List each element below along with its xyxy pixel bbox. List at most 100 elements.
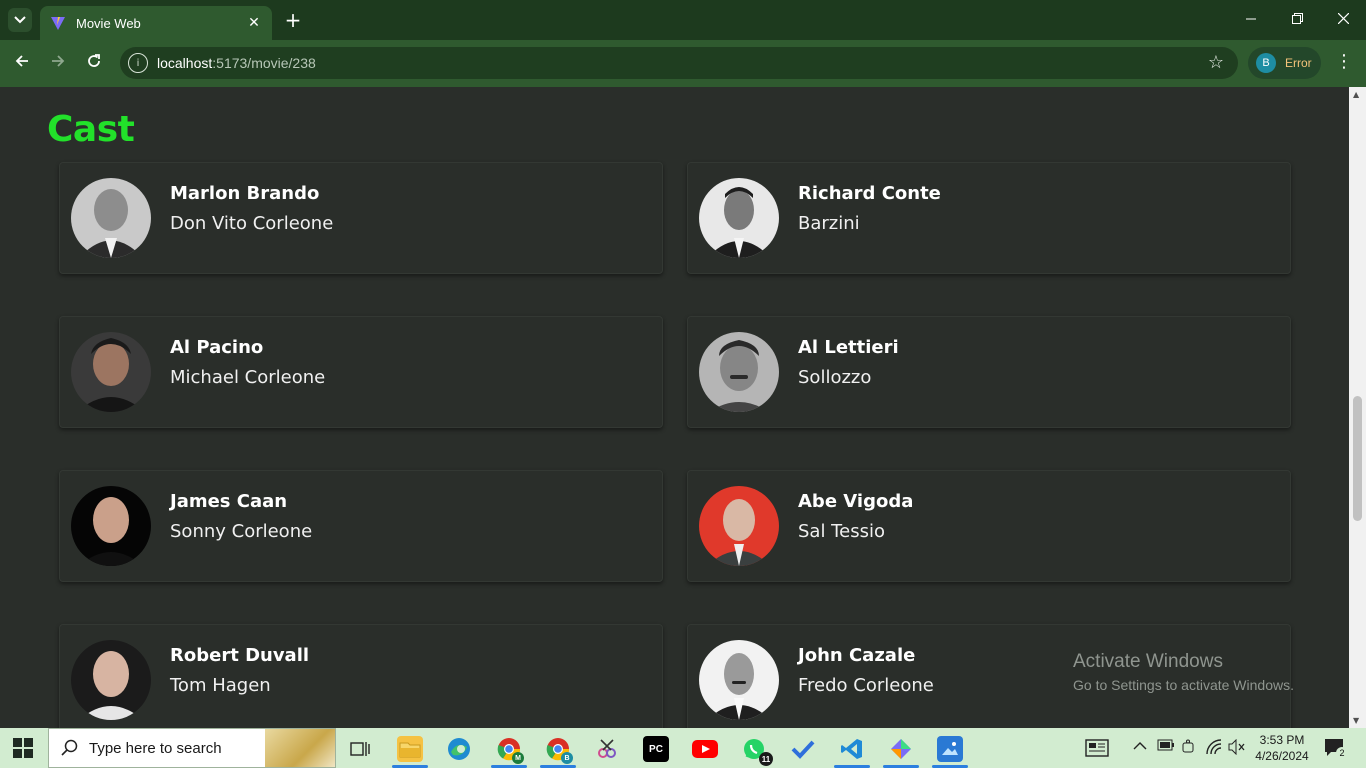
bookmark-star-icon[interactable]: ☆: [1208, 52, 1224, 73]
cast-card[interactable]: Marlon Brando Don Vito Corleone: [59, 162, 663, 274]
arrow-left-icon: [15, 55, 28, 67]
snipping-tool-icon[interactable]: [594, 736, 620, 762]
taskbar-search-box[interactable]: Type here to search: [48, 728, 336, 768]
cast-name: Abe Vigoda: [798, 491, 914, 512]
cast-character: Barzini: [798, 213, 860, 234]
whatsapp-icon[interactable]: 11: [741, 736, 773, 766]
cast-card[interactable]: Robert Duvall Tom Hagen: [59, 624, 663, 728]
cast-photo: [699, 640, 779, 720]
cast-character: Sollozzo: [798, 367, 872, 388]
notification-center-icon[interactable]: 2: [1324, 738, 1348, 759]
cast-character: Michael Corleone: [170, 367, 326, 388]
close-icon: [1337, 12, 1349, 25]
page-content: Cast Marlon Brando Don Vito Corleone Ric…: [0, 87, 1349, 728]
meet-now-icon[interactable]: [1181, 739, 1197, 759]
profile-button[interactable]: B Error: [1248, 47, 1321, 79]
cast-name: Richard Conte: [798, 183, 941, 204]
cast-card[interactable]: James Caan Sonny Corleone: [59, 470, 663, 582]
battery-icon[interactable]: [1157, 739, 1175, 755]
volume-muted-icon[interactable]: [1228, 738, 1246, 759]
reload-icon: [88, 54, 100, 67]
cast-character: Fredo Corleone: [798, 675, 934, 696]
scrollbar-thumb[interactable]: [1353, 396, 1362, 521]
cast-card[interactable]: Abe Vigoda Sal Tessio: [687, 470, 1291, 582]
vite-logo-icon: [51, 17, 65, 30]
minimize-button[interactable]: [1239, 8, 1263, 32]
activate-windows-watermark: Activate Windows Go to Settings to activ…: [1073, 651, 1294, 693]
reload-button[interactable]: [82, 52, 106, 76]
chrome-profile-b-icon[interactable]: B: [545, 736, 573, 764]
cast-photo: [71, 178, 151, 258]
cast-photo: [699, 486, 779, 566]
app-launcher-icon[interactable]: [888, 736, 914, 762]
cast-name: Marlon Brando: [170, 183, 320, 204]
pycharm-icon[interactable]: PC: [643, 736, 669, 762]
search-highlight-image: [265, 729, 335, 767]
cast-card[interactable]: Al Lettieri Sollozzo: [687, 316, 1291, 428]
restore-icon: [1291, 13, 1303, 24]
cast-character: Don Vito Corleone: [170, 213, 334, 234]
cast-photo: [71, 486, 151, 566]
vscode-icon[interactable]: [839, 736, 865, 762]
cast-card[interactable]: Richard Conte Barzini: [687, 162, 1291, 274]
restore-button[interactable]: [1285, 8, 1309, 32]
cast-name: John Cazale: [798, 645, 916, 666]
start-button[interactable]: [13, 738, 33, 758]
notification-count: 2: [1336, 747, 1348, 759]
cast-character: Sal Tessio: [798, 521, 885, 542]
todo-icon[interactable]: [790, 736, 816, 762]
cast-name: James Caan: [170, 491, 288, 512]
close-tab-icon[interactable]: ✕: [246, 15, 262, 31]
taskbar-clock[interactable]: 3:53 PM 4/26/2024: [1253, 732, 1311, 764]
minimize-icon: [1246, 18, 1256, 20]
clock-time: 3:53 PM: [1259, 733, 1305, 747]
scroll-up-icon[interactable]: ▲: [1353, 90, 1359, 99]
task-view-icon[interactable]: [347, 736, 373, 762]
cast-photo: [699, 178, 779, 258]
arrow-right-icon: [52, 55, 65, 67]
file-explorer-icon[interactable]: [397, 736, 423, 762]
cast-section-title: Cast: [47, 109, 135, 150]
chevron-down-icon: [14, 16, 26, 24]
chrome-profile-m-icon[interactable]: M: [496, 736, 524, 764]
chevron-up-icon[interactable]: [1133, 739, 1147, 755]
scroll-down-icon[interactable]: ▼: [1353, 716, 1359, 725]
url-text[interactable]: localhost:5173/movie/238: [157, 55, 316, 71]
cast-character: Tom Hagen: [170, 675, 271, 696]
cast-name: Al Pacino: [170, 337, 264, 358]
windows-taskbar: Type here to search M B PC 11 3:53 PM 4/…: [0, 728, 1366, 768]
cast-name: Al Lettieri: [798, 337, 899, 358]
profile-status: Error: [1285, 56, 1312, 70]
clock-date: 4/26/2024: [1255, 749, 1309, 763]
cast-photo: [71, 640, 151, 720]
browser-tab-active[interactable]: Movie Web ✕: [40, 6, 272, 40]
new-tab-button[interactable]: +: [283, 9, 303, 31]
cast-name: Robert Duvall: [170, 645, 310, 666]
back-button[interactable]: [10, 52, 34, 76]
cast-photo: [71, 332, 151, 412]
browser-toolbar: i localhost:5173/movie/238 ☆: [0, 40, 1366, 87]
profile-badge: B: [561, 752, 573, 764]
profile-badge: M: [512, 752, 524, 764]
news-widget-icon[interactable]: [1085, 739, 1109, 761]
photos-icon[interactable]: [937, 736, 963, 762]
forward-button[interactable]: [46, 52, 70, 76]
close-window-button[interactable]: [1331, 8, 1355, 32]
wifi-icon[interactable]: [1205, 739, 1223, 759]
cast-character: Sonny Corleone: [170, 521, 313, 542]
vertical-scrollbar[interactable]: ▲ ▼: [1349, 87, 1366, 728]
edge-icon[interactable]: [446, 736, 472, 762]
browser-menu-icon[interactable]: ⋮: [1334, 51, 1354, 75]
address-bar[interactable]: i localhost:5173/movie/238 ☆: [120, 47, 1238, 79]
site-info-icon[interactable]: i: [128, 53, 148, 73]
whatsapp-badge: 11: [759, 752, 773, 766]
tab-title: Movie Web: [76, 15, 141, 31]
watermark-title: Activate Windows: [1073, 651, 1223, 672]
watermark-subtitle: Go to Settings to activate Windows.: [1073, 677, 1294, 693]
youtube-icon[interactable]: [692, 736, 718, 762]
search-icon: [61, 739, 78, 756]
profile-avatar: B: [1256, 53, 1276, 73]
tab-search-button[interactable]: [8, 8, 32, 32]
search-placeholder: Type here to search: [89, 739, 222, 757]
cast-card[interactable]: Al Pacino Michael Corleone: [59, 316, 663, 428]
